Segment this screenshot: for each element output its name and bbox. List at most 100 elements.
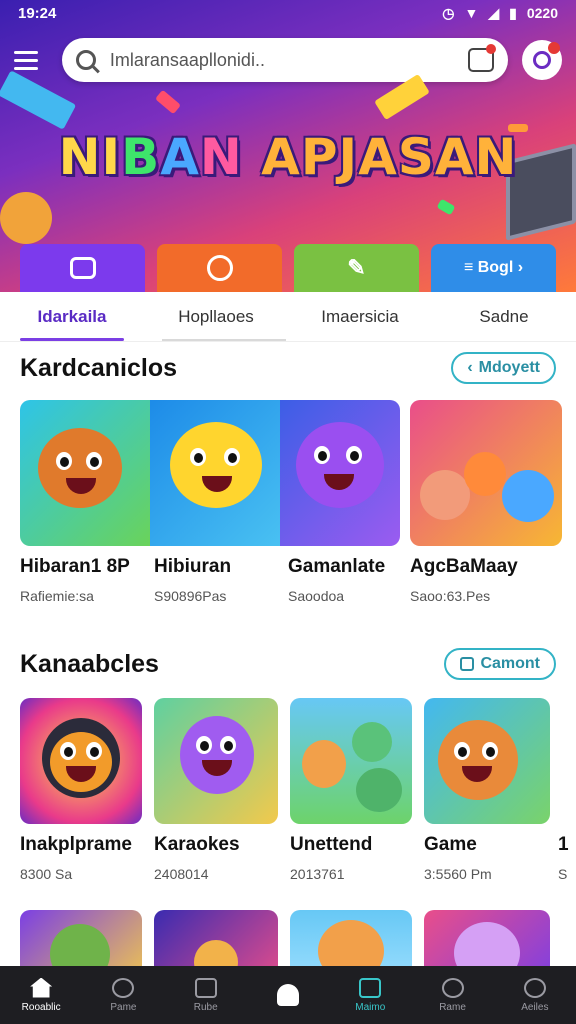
- search-bar[interactable]: Imlaransaapllonidi..: [61, 38, 509, 82]
- tab-2[interactable]: Hopllaoes: [144, 292, 288, 341]
- hero-title-part: NI: [58, 128, 122, 186]
- section-title: Kardcaniclos: [20, 353, 178, 382]
- category-button-edit[interactable]: ✎: [294, 244, 419, 292]
- section-action-button[interactable]: ‹ Mdoyett: [451, 352, 556, 384]
- hero-title-part: N: [199, 128, 262, 186]
- card-subtitle: S: [558, 866, 568, 882]
- card-title: Hibaran1 8P: [20, 556, 130, 577]
- chat-icon: [359, 977, 382, 998]
- nav-explore[interactable]: Rame: [411, 966, 493, 1024]
- section-action-label: Mdoyett: [478, 359, 540, 376]
- card-title: Game: [424, 834, 477, 855]
- card-title: Gamanlate: [288, 556, 386, 577]
- game-card-thumbnail[interactable]: [424, 910, 550, 966]
- category-button-camera[interactable]: [157, 244, 282, 292]
- category-button-label: Bogl: [477, 259, 514, 276]
- card-subtitle: Saoodoa: [288, 588, 345, 604]
- nav-label: Rame: [439, 1001, 466, 1013]
- card-subtitle: 3:5560 Pm: [424, 866, 492, 882]
- nav-label: Maimo: [355, 1001, 386, 1013]
- hero-title: NIBAN APJASAN: [0, 128, 576, 186]
- mascot-image: [150, 400, 280, 546]
- notification-icon: [533, 51, 552, 69]
- section-header: Kardcaniclos ‹ Mdoyett: [20, 350, 556, 386]
- card-title: Unettend: [290, 834, 373, 855]
- decor-coin: [0, 192, 52, 244]
- featured-row: Hibaran1 8P Rafiemie:sa Hibiuran S90896P…: [20, 400, 576, 604]
- search-input[interactable]: Imlaransaapllonidi..: [110, 50, 468, 71]
- section-action-button[interactable]: Camont: [444, 648, 556, 680]
- section-header: Kanaabcles Camont: [20, 646, 556, 682]
- scan-icon[interactable]: [468, 44, 497, 72]
- featured-banner[interactable]: Hibaran1 8P Rafiemie:sa Hibiuran S90896P…: [20, 400, 400, 604]
- battery-icon: ▮: [509, 4, 517, 21]
- tab-4[interactable]: Sadne: [432, 292, 576, 341]
- notification-button[interactable]: [522, 40, 562, 80]
- card-title: 1: [558, 834, 569, 855]
- nav-label: Rooablic: [21, 1001, 61, 1013]
- alarm-icon: ◷: [442, 4, 455, 21]
- card-thumbnail: [20, 400, 400, 546]
- game-card[interactable]: Karaokes 2408014: [154, 698, 278, 882]
- game-card-thumbnail[interactable]: [154, 910, 278, 966]
- home-icon: [30, 977, 53, 998]
- hero-title-part: B: [121, 128, 161, 186]
- category-button-tv[interactable]: [20, 244, 145, 292]
- pencil-icon: ✎: [347, 255, 366, 280]
- game-card[interactable]: 1 S: [558, 698, 576, 882]
- mascot-image: [20, 400, 150, 546]
- mascot-image: [280, 400, 400, 546]
- game-card-thumbnail[interactable]: [20, 910, 142, 966]
- nav-label: Aeiles: [521, 1001, 549, 1013]
- game-card[interactable]: AgcBaMaay Saoo:63.Pes: [410, 400, 562, 604]
- category-button-blog[interactable]: ≡ Bogl ›: [431, 244, 556, 292]
- card-subtitle: S90896Pas: [154, 588, 227, 604]
- wifi-icon: ▼: [464, 5, 479, 21]
- tab-3[interactable]: Imaersicia: [288, 292, 432, 341]
- chevron-left-icon: ‹: [467, 359, 473, 376]
- card-subtitle: 8300 Sa: [20, 866, 73, 882]
- nav-chat[interactable]: Maimo: [329, 966, 411, 1024]
- decor-confetti: [154, 89, 182, 115]
- list-icon: ≡: [463, 259, 478, 276]
- signal-icon: ◢: [488, 4, 500, 21]
- battery-level: 0220: [526, 5, 558, 21]
- nav-search[interactable]: Pame: [82, 966, 164, 1024]
- nav-home[interactable]: Rooablic: [0, 966, 82, 1024]
- tab-1[interactable]: Idarkaila: [0, 292, 144, 341]
- explore-icon: [441, 977, 464, 998]
- card-subtitle: 2408014: [154, 866, 209, 882]
- status-time: 19:24: [18, 4, 57, 22]
- card-subtitle: 2013761: [290, 866, 345, 882]
- nav-list[interactable]: Rube: [165, 966, 247, 1024]
- game-card[interactable]: Unettend 2013761: [290, 698, 412, 882]
- hero-title-part: APJASAN: [261, 128, 518, 186]
- chat-icon: [460, 657, 475, 671]
- game-row-partial: [20, 910, 576, 966]
- nav-profile[interactable]: Aeiles: [494, 966, 576, 1024]
- game-card[interactable]: Game 3:5560 Pm: [424, 698, 550, 882]
- card-subtitle: Saoo:63.Pes: [410, 588, 491, 604]
- game-card-thumbnail[interactable]: [290, 910, 412, 966]
- camera-icon: [206, 255, 233, 281]
- profile-icon: [523, 977, 546, 998]
- card-title: AgcBaMaay: [410, 556, 518, 577]
- decor-confetti: [436, 198, 456, 216]
- card-subtitle: Rafiemie:sa: [20, 588, 94, 604]
- banner-captions: Hibaran1 8P Rafiemie:sa Hibiuran S90896P…: [20, 546, 400, 604]
- menu-icon[interactable]: [14, 43, 48, 77]
- card-thumbnail: [410, 400, 562, 546]
- list-icon: [194, 977, 217, 998]
- game-card[interactable]: Inakplprame 8300 Sa: [20, 698, 142, 882]
- nav-label: Pame: [110, 1001, 137, 1013]
- nav-center[interactable]: [247, 966, 329, 1024]
- tab-bar: Idarkaila Hopllaoes Imaersicia Sadne: [0, 292, 576, 342]
- card-thumbnail: [20, 698, 142, 824]
- category-buttons: ✎ ≡ Bogl ›: [20, 244, 556, 292]
- tv-icon: [69, 257, 96, 279]
- section-action-label: Camont: [480, 655, 540, 672]
- bottom-navigation: Rooablic Pame Rube Maimo Rame Aeiles: [0, 966, 576, 1024]
- hero-title-part: A: [160, 128, 200, 186]
- nav-label: Rube: [193, 1001, 218, 1013]
- card-title: Karaokes: [154, 834, 240, 855]
